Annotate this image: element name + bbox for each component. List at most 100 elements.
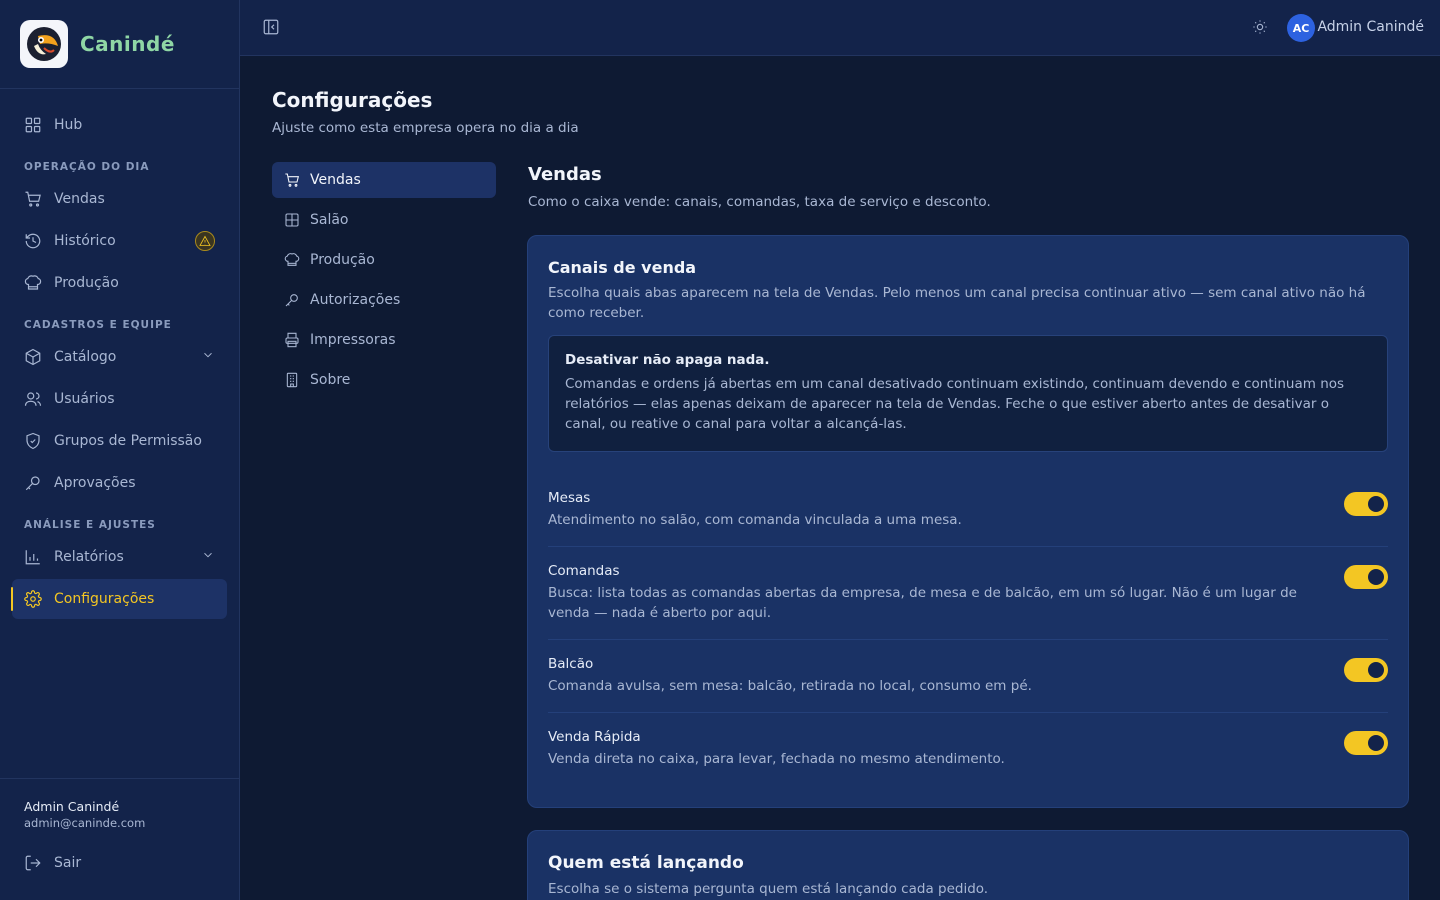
settings-tab-sobre[interactable]: Sobre bbox=[272, 362, 496, 398]
users-icon bbox=[24, 392, 42, 406]
settings-tab-producao[interactable]: Produção bbox=[272, 242, 496, 278]
card-description: Escolha quais abas aparecem na tela de V… bbox=[548, 285, 1366, 321]
channel-row-venda-rapida: Venda Rápida Venda direta no caixa, para… bbox=[548, 713, 1388, 785]
sidebar-item-label: Usuários bbox=[54, 391, 115, 407]
user-name: Admin Canindé bbox=[24, 799, 120, 814]
building-icon bbox=[286, 372, 298, 388]
launcher-card: Quem está lançando Escolha se o sistema … bbox=[527, 830, 1409, 900]
sidebar-item-label: Histórico bbox=[54, 233, 116, 249]
nav-section-heading: OPERAÇÃO DO DIA bbox=[24, 161, 150, 173]
settings-nav: Vendas Salão Produção Autorizações Impre… bbox=[272, 162, 496, 402]
section-title: Vendas bbox=[528, 164, 602, 185]
channel-toggle-venda-rapida[interactable] bbox=[1344, 731, 1388, 755]
settings-tab-label: Impressoras bbox=[310, 332, 396, 348]
channel-toggle-balcao[interactable] bbox=[1344, 658, 1388, 682]
sidebar-item-relatorios[interactable]: Relatórios bbox=[12, 537, 227, 577]
printer-icon bbox=[285, 332, 299, 348]
info-notice: Desativar não apaga nada. Comandas e ord… bbox=[548, 335, 1388, 452]
sidebar-item-catalogo[interactable]: Catálogo bbox=[12, 337, 227, 377]
channel-row-mesas: Mesas Atendimento no salão, com comanda … bbox=[548, 474, 1388, 547]
settings-tab-label: Autorizações bbox=[310, 292, 401, 308]
logout-label: Sair bbox=[54, 855, 82, 871]
key-icon bbox=[25, 476, 40, 491]
sidebar-item-aprovacoes[interactable]: Aprovações bbox=[12, 463, 227, 503]
notice-title: Desativar não apaga nada. bbox=[565, 352, 770, 368]
card-title: Quem está lançando bbox=[548, 853, 744, 873]
channel-toggle-mesas[interactable] bbox=[1344, 492, 1388, 516]
avatar[interactable]: AC bbox=[1287, 14, 1315, 42]
settings-tab-salao[interactable]: Salão bbox=[272, 202, 496, 238]
topbar-user-name[interactable]: Admin Canindé bbox=[1317, 19, 1424, 35]
toucan-logo-icon bbox=[20, 20, 68, 68]
nav-section-heading: ANÁLISE E AJUSTES bbox=[24, 519, 156, 531]
sidebar-item-usuarios[interactable]: Usuários bbox=[12, 379, 227, 419]
table-grid-icon bbox=[285, 213, 299, 227]
sidebar-item-producao[interactable]: Produção bbox=[12, 263, 227, 303]
sidebar-item-grupos[interactable]: Grupos de Permissão bbox=[12, 421, 227, 461]
channel-name: Venda Rápida bbox=[548, 729, 641, 745]
topbar: AC Admin Canindé bbox=[240, 0, 1440, 56]
channel-description: Venda direta no caixa, para levar, fecha… bbox=[548, 751, 1005, 767]
settings-tab-label: Sobre bbox=[310, 372, 351, 388]
sidebar-item-label: Catálogo bbox=[54, 349, 117, 365]
sidebar-item-label: Vendas bbox=[54, 191, 105, 207]
settings-tab-label: Produção bbox=[310, 252, 375, 268]
page-title: Configurações bbox=[272, 88, 433, 112]
grid-icon bbox=[25, 117, 41, 133]
channel-description: Comanda avulsa, sem mesa: balcão, retira… bbox=[548, 678, 1032, 694]
channel-name: Balcão bbox=[548, 656, 594, 672]
chevron-down-icon[interactable] bbox=[201, 548, 215, 566]
sidebar-item-label: Hub bbox=[54, 117, 83, 133]
logout-icon bbox=[25, 855, 41, 871]
sidebar-item-historico[interactable]: Histórico bbox=[12, 221, 227, 261]
history-icon bbox=[25, 233, 41, 249]
chevron-down-icon[interactable] bbox=[201, 348, 215, 366]
sidebar-toggle-button[interactable] bbox=[262, 18, 280, 40]
settings-tab-label: Salão bbox=[310, 212, 349, 228]
cart-icon bbox=[285, 173, 300, 187]
package-icon bbox=[25, 348, 41, 366]
brand[interactable]: Canindé bbox=[0, 0, 239, 89]
gear-icon bbox=[24, 590, 42, 608]
settings-tab-vendas[interactable]: Vendas bbox=[272, 162, 496, 198]
key-icon bbox=[285, 294, 298, 307]
theme-toggle-button[interactable] bbox=[1252, 19, 1268, 39]
sidebar-item-label: Produção bbox=[54, 275, 119, 291]
channel-description: Busca: lista todas as comandas abertas d… bbox=[548, 585, 1297, 621]
sales-channels-card: Canais de venda Escolha quais abas apare… bbox=[527, 235, 1409, 808]
sidebar-item-label: Configurações bbox=[54, 591, 155, 607]
user-email: admin@caninde.com bbox=[24, 816, 146, 830]
bar-chart-icon bbox=[25, 550, 40, 565]
sidebar-item-configuracoes[interactable]: Configurações bbox=[11, 579, 227, 619]
sidebar-item-vendas[interactable]: Vendas bbox=[12, 179, 227, 219]
notice-body: Comandas e ordens já abertas em um canal… bbox=[565, 376, 1345, 432]
warning-icon bbox=[199, 235, 211, 246]
card-title: Canais de venda bbox=[548, 258, 697, 277]
sidebar-item-label: Relatórios bbox=[54, 549, 124, 565]
chef-hat-icon bbox=[24, 275, 42, 290]
channel-list: Mesas Atendimento no salão, com comanda … bbox=[548, 474, 1388, 785]
section-subtitle: Como o caixa vende: canais, comandas, ta… bbox=[528, 194, 991, 210]
channel-row-comandas: Comandas Busca: lista todas as comandas … bbox=[548, 547, 1388, 640]
sidebar-nav: Hub OPERAÇÃO DO DIA Vendas Histórico Pro… bbox=[0, 89, 239, 619]
sun-icon bbox=[1253, 20, 1267, 34]
channel-name: Comandas bbox=[548, 563, 620, 579]
settings-tab-label: Vendas bbox=[310, 172, 361, 188]
logout-button[interactable]: Sair bbox=[24, 854, 215, 872]
channel-toggle-comandas[interactable] bbox=[1344, 565, 1388, 589]
nav-section-heading: CADASTROS E EQUIPE bbox=[24, 319, 172, 331]
sidebar: Canindé Hub OPERAÇÃO DO DIA Vendas Histó… bbox=[0, 0, 240, 900]
settings-tab-autorizacoes[interactable]: Autorizações bbox=[272, 282, 496, 318]
brand-name: Canindé bbox=[80, 32, 175, 56]
sidebar-item-label: Aprovações bbox=[54, 475, 136, 491]
sidebar-item-hub[interactable]: Hub bbox=[12, 105, 227, 145]
settings-tab-impressoras[interactable]: Impressoras bbox=[272, 322, 496, 358]
channel-row-balcao: Balcão Comanda avulsa, sem mesa: balcão,… bbox=[548, 640, 1388, 713]
shield-check-icon bbox=[26, 432, 40, 450]
page-subtitle: Ajuste como esta empresa opera no dia a … bbox=[272, 120, 579, 136]
chef-hat-icon bbox=[284, 253, 300, 266]
cart-icon bbox=[25, 191, 41, 207]
sidebar-footer: Admin Canindé admin@caninde.com Sair bbox=[0, 778, 239, 900]
channel-name: Mesas bbox=[548, 490, 591, 506]
channel-description: Atendimento no salão, com comanda vincul… bbox=[548, 512, 962, 528]
